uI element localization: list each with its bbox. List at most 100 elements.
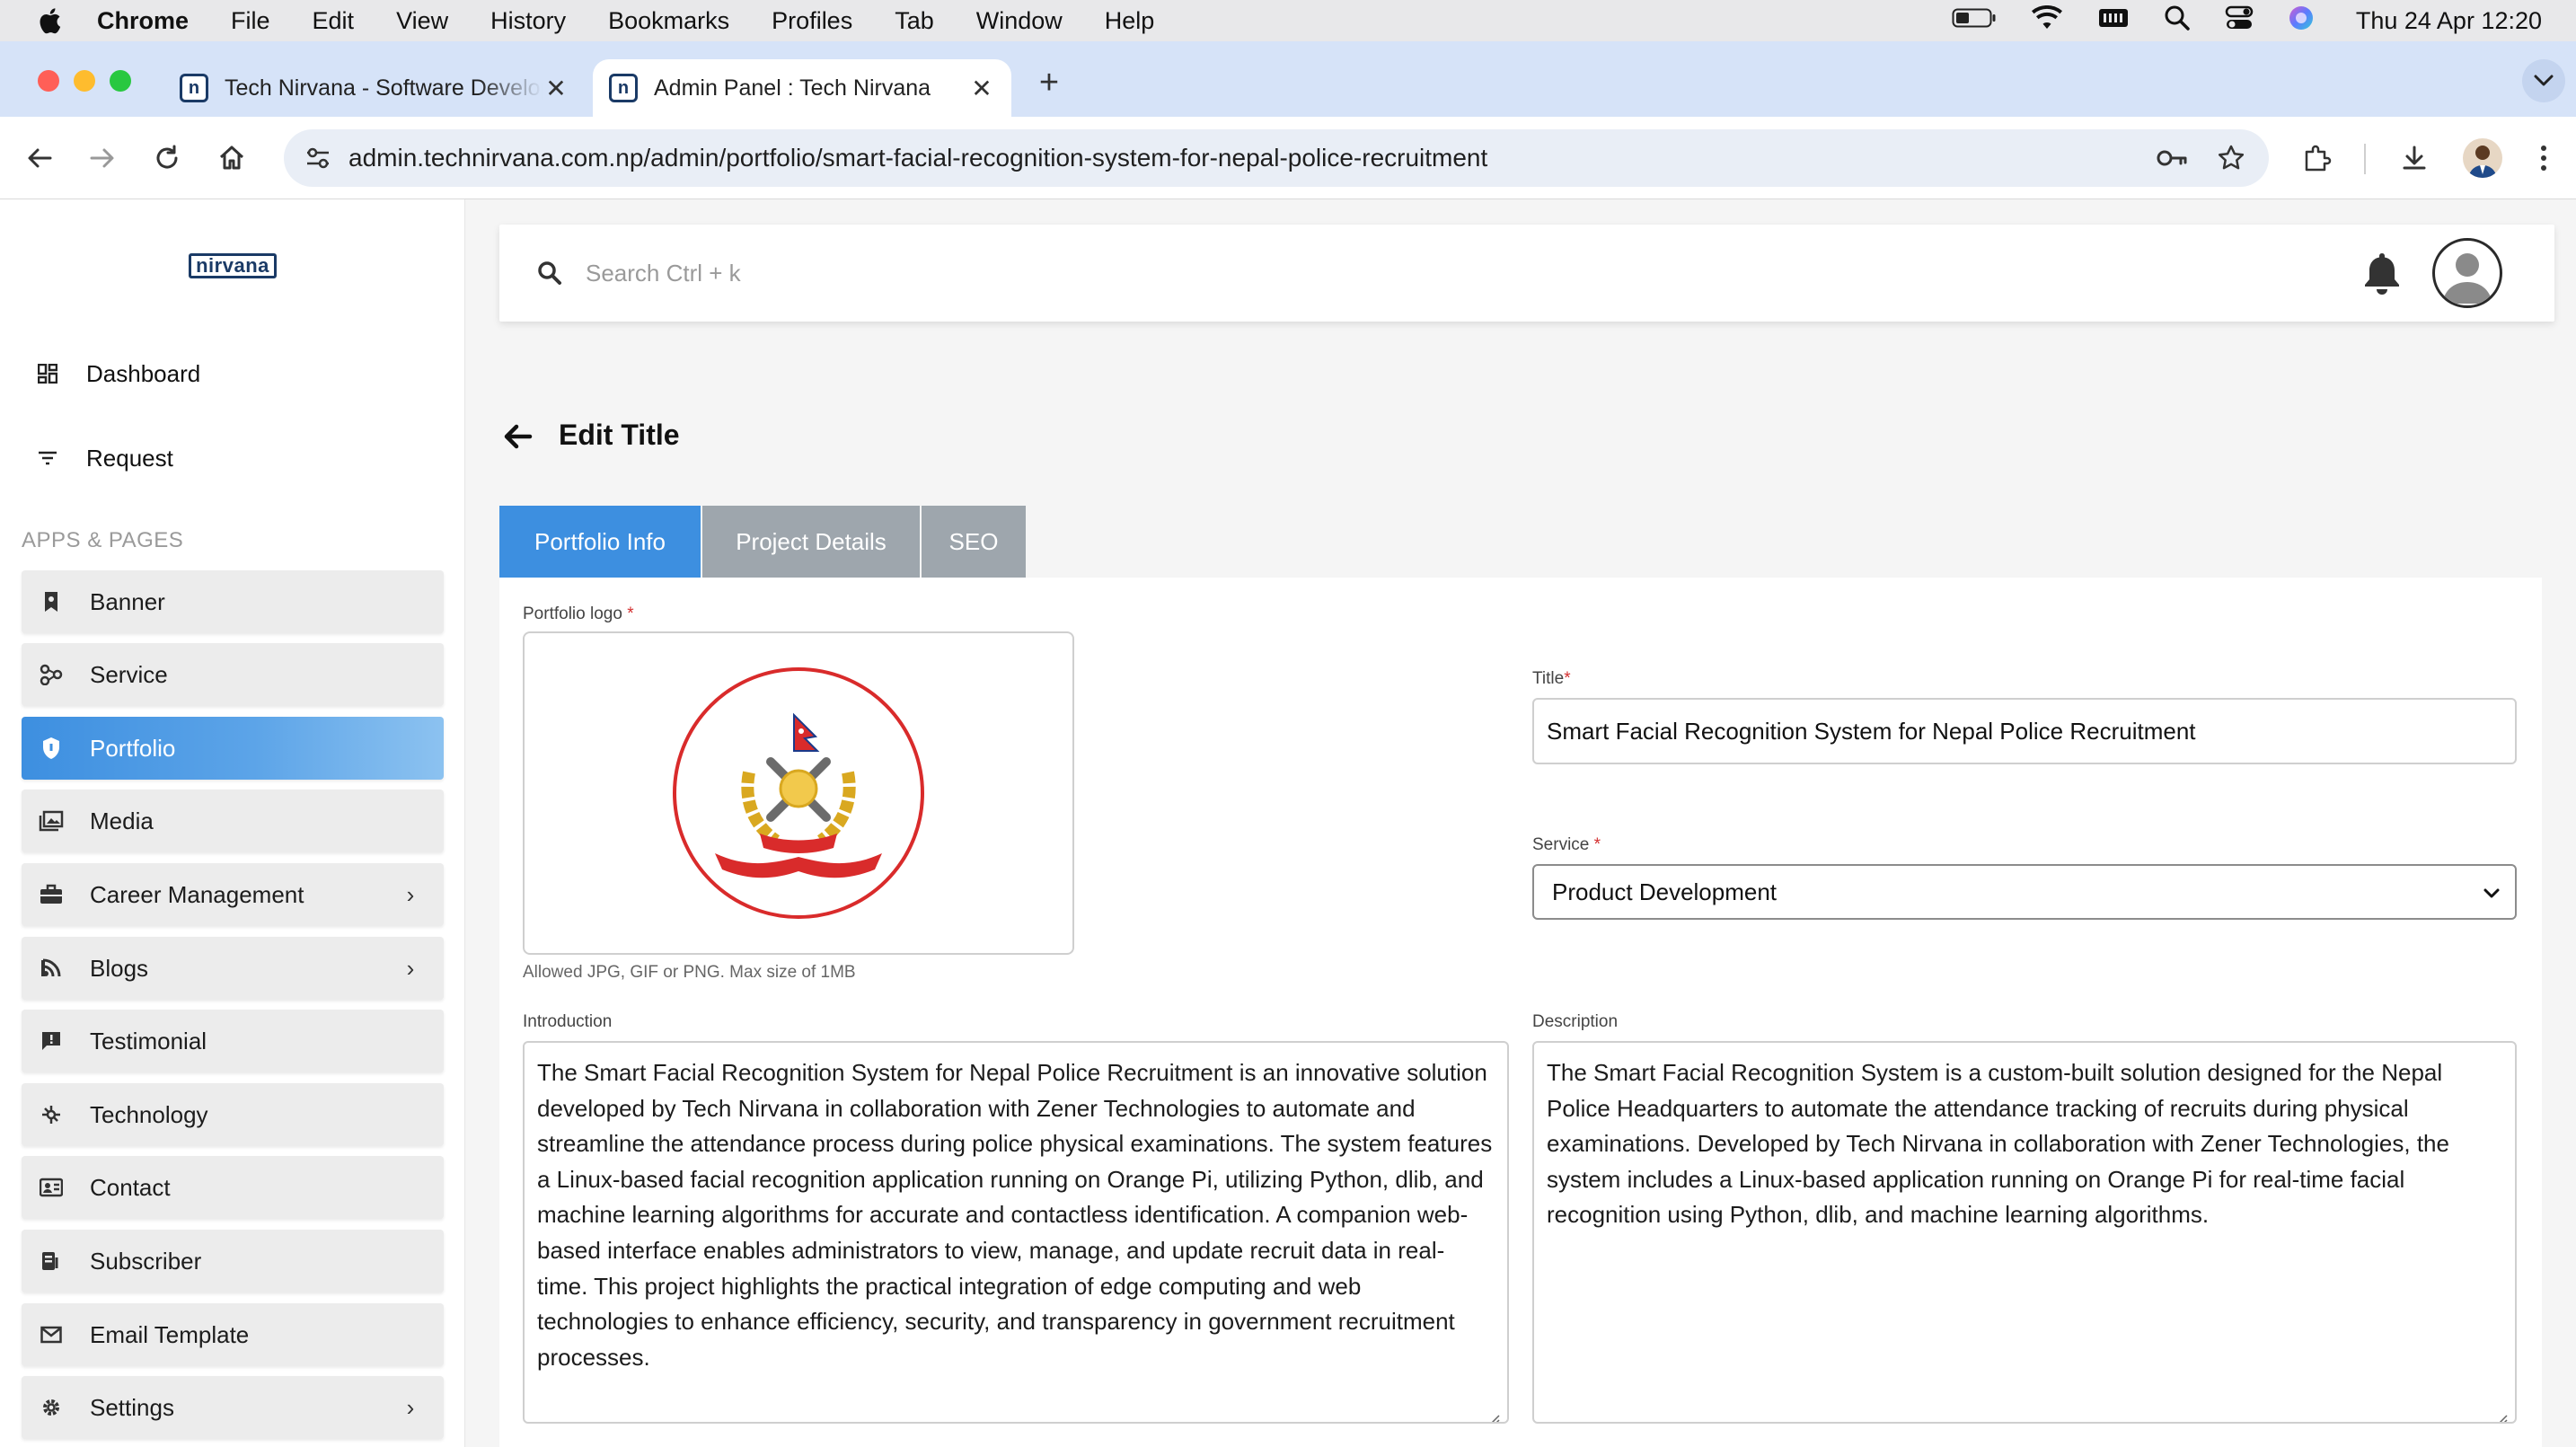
menu-file[interactable]: File: [231, 7, 270, 35]
tab-seo[interactable]: SEO: [922, 506, 1026, 578]
sidebar-item-subscriber[interactable]: Subscriber: [22, 1230, 444, 1293]
introduction-textarea[interactable]: The Smart Facial Recognition System for …: [523, 1041, 1509, 1424]
tab-close-icon[interactable]: ✕: [968, 74, 995, 103]
notification-bell-icon[interactable]: [2357, 248, 2407, 298]
subscriber-icon: [38, 1248, 65, 1275]
reload-button[interactable]: [146, 137, 189, 180]
menu-view[interactable]: View: [396, 7, 448, 35]
puzzle-icon: [2305, 145, 2332, 172]
user-avatar[interactable]: [2432, 238, 2502, 308]
sidebar-item-media[interactable]: Media: [22, 790, 444, 852]
resize-handle-icon[interactable]: [1486, 1400, 1500, 1422]
menubar-status-area: Thu 24 Apr 12:20: [1952, 0, 2542, 41]
sidebar-item-career-management[interactable]: Career Management ›: [22, 863, 444, 926]
address-bar[interactable]: admin.technirvana.com.np/admin/portfolio…: [284, 129, 2269, 187]
introduction-text: The Smart Facial Recognition System for …: [537, 1059, 1493, 1371]
sidebar-item-dashboard[interactable]: Dashboard: [22, 347, 444, 401]
tech-nirvana-favicon-icon: n: [180, 74, 208, 102]
memory-icon[interactable]: [2097, 5, 2130, 37]
service-label: Service *: [1532, 835, 1601, 855]
sidebar-item-email-template[interactable]: Email Template: [22, 1303, 444, 1366]
resize-handle-icon[interactable]: [2493, 1400, 2508, 1422]
window-zoom-button[interactable]: [110, 70, 131, 92]
menu-history[interactable]: History: [490, 7, 566, 35]
spotlight-search-icon[interactable]: [2164, 4, 2191, 38]
service-select[interactable]: Product Development: [1532, 864, 2517, 920]
sidebar-item-portfolio[interactable]: Portfolio: [22, 717, 444, 780]
sidebar-item-blogs[interactable]: Blogs ›: [22, 937, 444, 1000]
sidebar-item-label: Email Template: [90, 1320, 250, 1348]
site-info-icon[interactable]: [296, 137, 340, 180]
browser-tab-website[interactable]: n Tech Nirvana - Software Development ✕: [163, 59, 586, 117]
tab-title: Admin Panel : Tech Nirvana: [654, 75, 931, 101]
bookmark-star-icon[interactable]: [2210, 137, 2253, 180]
sidebar-item-label: Blogs: [90, 954, 149, 982]
tab-search-button[interactable]: [2522, 59, 2565, 102]
menu-tab[interactable]: Tab: [895, 7, 934, 35]
back-button[interactable]: [18, 137, 61, 180]
apple-logo-icon[interactable]: [34, 5, 65, 36]
brand-logo[interactable]: nirvana: [189, 253, 277, 278]
sidebar-item-service[interactable]: Service: [22, 643, 444, 706]
search-input[interactable]: [586, 248, 1394, 298]
sidebar-item-technology[interactable]: Technology: [22, 1083, 444, 1146]
description-textarea[interactable]: The Smart Facial Recognition System is a…: [1532, 1041, 2517, 1424]
nepal-police-emblem-icon: [673, 667, 924, 919]
window-close-button[interactable]: [38, 70, 59, 92]
wifi-icon[interactable]: [2031, 4, 2063, 37]
menu-edit[interactable]: Edit: [313, 7, 355, 35]
sidebar-item-request[interactable]: Request: [22, 431, 444, 485]
briefcase-icon: [38, 881, 65, 908]
arrow-left-icon: [28, 148, 52, 168]
browser-tab-admin[interactable]: n Admin Panel : Tech Nirvana ✕: [593, 59, 1011, 117]
menubar-clock[interactable]: Thu 24 Apr 12:20: [2356, 7, 2542, 35]
home-button[interactable]: [210, 137, 253, 180]
downloads-button[interactable]: [2393, 137, 2436, 180]
introduction-label: Introduction: [523, 1012, 613, 1031]
forward-button[interactable]: [81, 137, 124, 180]
section-label-apps-pages: APPS & PAGES: [22, 528, 184, 552]
menu-help[interactable]: Help: [1105, 7, 1155, 35]
portfolio-logo-upload[interactable]: [523, 631, 1074, 955]
title-input[interactable]: Smart Facial Recognition System for Nepa…: [1532, 698, 2517, 764]
technology-icon: [38, 1101, 65, 1128]
window-minimize-button[interactable]: [74, 70, 95, 92]
page-title: Edit Title: [559, 419, 680, 451]
url-text[interactable]: admin.technirvana.com.np/admin/portfolio…: [348, 144, 2150, 172]
menu-window[interactable]: Window: [976, 7, 1063, 35]
siri-icon[interactable]: [2288, 4, 2315, 38]
password-key-icon[interactable]: [2150, 137, 2193, 180]
tab-close-icon[interactable]: ✕: [543, 74, 569, 103]
browser-profile-avatar[interactable]: [2463, 138, 2502, 178]
chevron-right-icon: ›: [406, 1393, 415, 1421]
sidebar-item-contact[interactable]: Contact: [22, 1156, 444, 1219]
menu-app-name[interactable]: Chrome: [97, 7, 189, 35]
control-center-icon[interactable]: [2225, 4, 2254, 38]
sidebar-item-label: Testimonial: [90, 1027, 207, 1054]
sidebar-item-settings[interactable]: Settings ›: [22, 1376, 444, 1439]
battery-icon[interactable]: [1952, 6, 1997, 36]
menu-profiles[interactable]: Profiles: [772, 7, 852, 35]
tab-portfolio-info[interactable]: Portfolio Info: [499, 506, 701, 578]
shield-icon: [38, 735, 65, 762]
required-mark: *: [627, 604, 634, 623]
menu-bookmarks[interactable]: Bookmarks: [608, 7, 729, 35]
back-arrow-icon[interactable]: [499, 419, 535, 454]
sidebar-item-label: Dashboard: [86, 359, 201, 387]
sidebar-item-testimonial[interactable]: Testimonial: [22, 1010, 444, 1072]
title-label: Title*: [1532, 669, 1571, 689]
new-tab-button[interactable]: +: [1031, 65, 1067, 101]
banner-icon: [38, 588, 65, 615]
search-icon: [535, 259, 564, 287]
browser-menu-button[interactable]: [2522, 137, 2565, 180]
tab-project-details[interactable]: Project Details: [702, 506, 920, 578]
testimonial-icon: [38, 1028, 65, 1054]
sidebar-item-label: Banner: [90, 587, 165, 615]
sidebar-item-label: Portfolio: [90, 734, 176, 762]
sidebar-item-banner[interactable]: Banner: [22, 570, 444, 633]
reload-icon: [156, 145, 178, 169]
chevron-down-icon: [2481, 882, 2502, 904]
sidebar-item-label: Request: [86, 444, 173, 472]
extensions-button[interactable]: [2296, 137, 2339, 180]
kebab-menu-icon: [2541, 146, 2546, 171]
